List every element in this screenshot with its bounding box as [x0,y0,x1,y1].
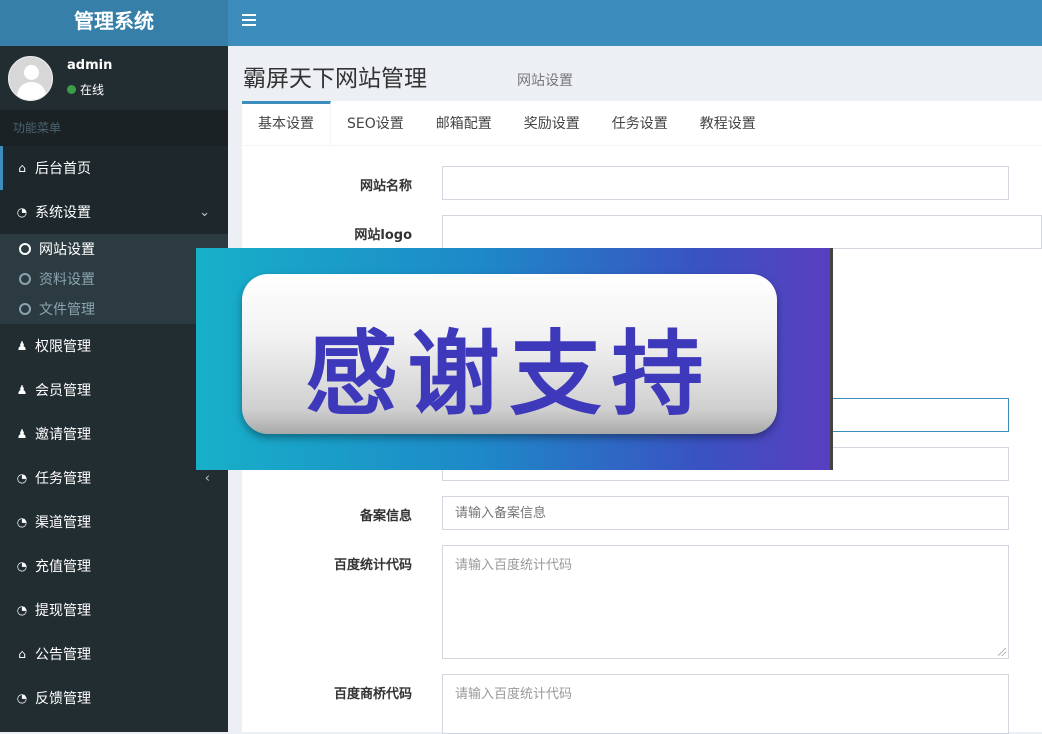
tab-tutorial-settings[interactable]: 教程设置 [684,101,772,146]
sidebar-item-label: 提现管理 [35,603,91,619]
site-name-label: 网站名称 [359,179,412,194]
sidebar-item-label: 邀请管理 [35,427,91,443]
sidebar-item-invites[interactable]: ♟ 邀请管理 [0,412,228,456]
sidebar: 管理系统 admin 在线 功能菜单 ⌂ 后台首页 ◔ 系统设置 ⌄ 网站设置 … [0,0,228,732]
circle-icon [19,243,31,255]
sidebar-item-label: 权限管理 [35,339,91,355]
baidu-bridge-placeholder: 请输入百度统计代码 [455,687,573,702]
sidebar-item-label: 公告管理 [35,647,91,663]
tab-strip: 基本设置 SEO设置 邮箱配置 奖励设置 任务设置 教程设置 [242,101,1042,146]
user-panel: admin 在线 [0,46,228,110]
chevron-down-icon: ⌄ [199,204,210,220]
sidebar-item-label: 充值管理 [35,559,91,575]
online-dot-icon [67,85,76,94]
sidebar-item-label: 渠道管理 [35,515,91,531]
submenu-item-file-management[interactable]: 文件管理 [0,294,228,324]
user-status: 在线 [67,81,112,98]
users-icon: ♟ [16,339,28,353]
baidu-stats-label: 百度统计代码 [333,558,412,573]
submenu-item-site-settings[interactable]: 网站设置 [0,234,228,264]
sidebar-item-system-settings[interactable]: ◔ 系统设置 ⌄ [0,190,228,234]
sidebar-item-announcements[interactable]: ⌂ 公告管理 [0,632,228,676]
banner-text: 感谢支持 [305,321,714,428]
sidebar-item-channels[interactable]: ◔ 渠道管理 [0,500,228,544]
baidu-stats-placeholder: 请输入百度统计代码 [455,558,573,573]
system-settings-submenu: 网站设置 资料设置 文件管理 [0,234,228,324]
user-name: admin [67,58,113,73]
app-logo[interactable]: 管理系统 [0,0,228,46]
resize-grip-icon[interactable] [998,648,1006,656]
submenu-item-label: 资料设置 [39,272,95,288]
home-icon: ⌂ [18,161,26,175]
circle-icon [19,303,31,315]
site-logo-input[interactable] [442,215,1042,249]
circle-icon [19,273,31,285]
thanks-banner-image: 感谢支持 [196,248,833,470]
dashboard-icon: ◔ [16,603,28,617]
page-subtitle: 网站设置 [517,73,573,89]
dashboard-icon: ◔ [16,691,28,705]
sidebar-item-label: 反馈管理 [35,691,91,707]
tab-seo-settings[interactable]: SEO设置 [331,101,420,146]
beian-input[interactable] [442,496,1009,530]
submenu-item-label: 文件管理 [39,302,95,318]
menu-header: 功能菜单 [0,110,228,146]
dashboard-icon: ◔ [16,559,28,573]
menu-toggle-icon[interactable] [242,14,256,29]
user-status-text: 在线 [80,83,105,97]
beian-label: 备案信息 [359,509,412,524]
baidu-stats-textarea[interactable]: 请输入百度统计代码 [442,545,1009,659]
banner-pill: 感谢支持 [242,274,777,434]
baidu-bridge-label: 百度商桥代码 [333,687,412,702]
home-icon: ⌂ [18,647,26,661]
dashboard-icon: ◔ [16,205,28,219]
chevron-left-icon: ‹ [204,470,210,486]
sidebar-item-withdraw[interactable]: ◔ 提现管理 [0,588,228,632]
sidebar-item-label: 任务管理 [35,471,91,487]
baidu-bridge-textarea[interactable]: 请输入百度统计代码 [442,674,1009,734]
sidebar-item-tasks[interactable]: ◔ 任务管理 ‹ [0,456,228,500]
sidebar-item-label: 后台首页 [35,161,91,177]
dashboard-icon: ◔ [16,515,28,529]
sidebar-item-home[interactable]: ⌂ 后台首页 [0,146,228,190]
dashboard-icon: ◔ [16,471,28,485]
sidebar-item-members[interactable]: ♟ 会员管理 [0,368,228,412]
sidebar-item-feedback[interactable]: ◔ 反馈管理 [0,676,228,720]
tab-reward-settings[interactable]: 奖励设置 [508,101,596,146]
submenu-item-label: 网站设置 [39,242,95,258]
submenu-item-profile-settings[interactable]: 资料设置 [0,264,228,294]
sidebar-item-recharge[interactable]: ◔ 充值管理 [0,544,228,588]
sidebar-item-permissions[interactable]: ♟ 权限管理 [0,324,228,368]
page-title: 霸屏天下网站管理 [243,66,427,92]
users-icon: ♟ [16,427,28,441]
tab-basic-settings[interactable]: 基本设置 [242,101,331,146]
tab-email-config[interactable]: 邮箱配置 [420,101,508,146]
site-logo-label: 网站logo [354,228,412,243]
sidebar-item-label: 会员管理 [35,383,91,399]
sidebar-item-label: 系统设置 [35,205,91,221]
users-icon: ♟ [16,383,28,397]
tab-task-settings[interactable]: 任务设置 [596,101,684,146]
top-navbar [228,0,1042,46]
avatar [8,55,53,101]
site-name-input[interactable] [442,166,1009,200]
